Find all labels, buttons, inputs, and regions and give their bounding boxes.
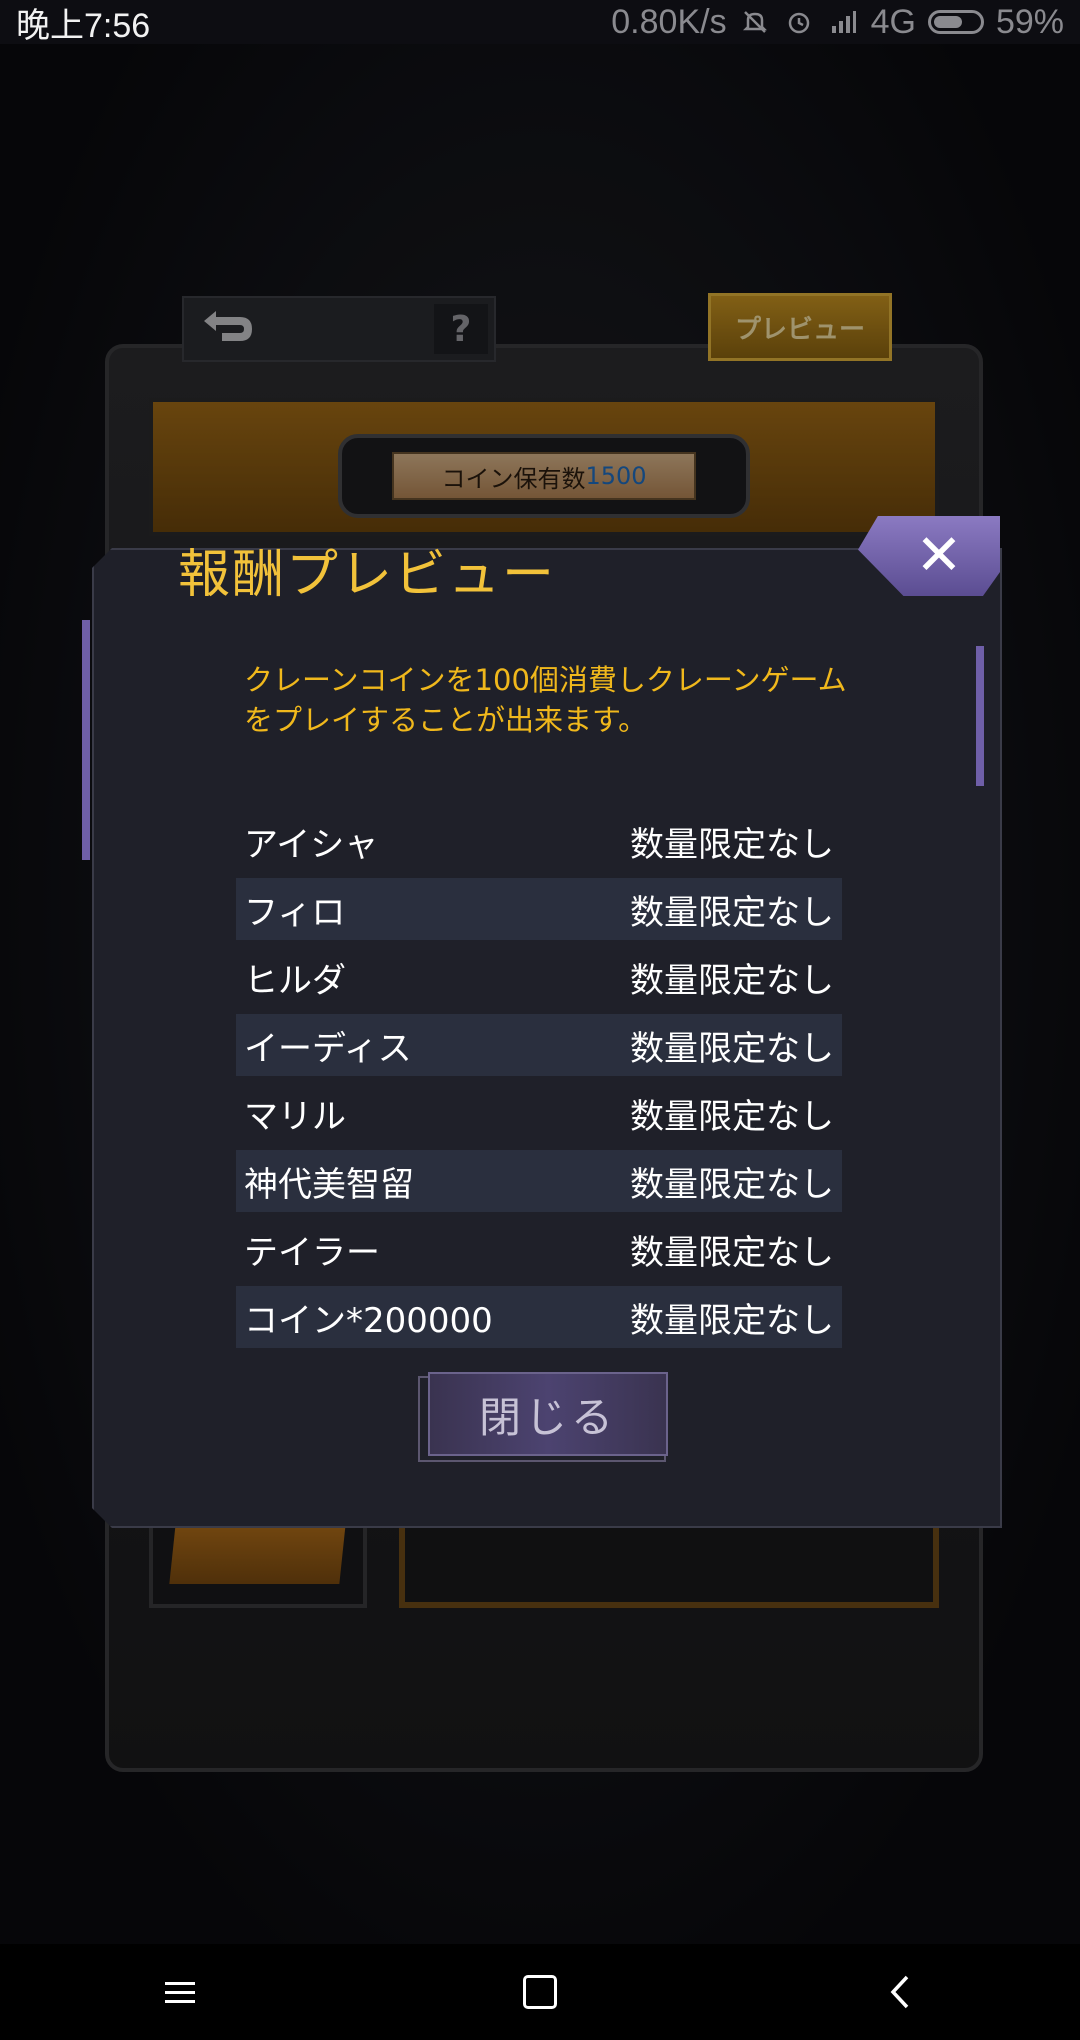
reward-limit: 数量限定なし <box>630 1232 834 1273</box>
reward-limit: 数量限定なし <box>630 1300 834 1341</box>
dialog-title: 報酬プレビュー <box>178 545 557 605</box>
close-button-frame: 閉じる <box>418 1372 668 1462</box>
home-button[interactable] <box>480 1944 600 2040</box>
battery-icon <box>927 10 984 34</box>
back-nav-button[interactable] <box>840 1944 960 2040</box>
reward-name: テイラー <box>244 1232 380 1273</box>
reward-name: 神代美智留 <box>244 1164 414 1205</box>
reward-limit: 数量限定なし <box>630 1096 834 1137</box>
alarm-icon <box>783 6 815 38</box>
reward-limit: 数量限定なし <box>630 1028 834 1069</box>
navigation-bar <box>0 1944 1080 2040</box>
mute-bell-icon <box>739 6 771 38</box>
menu-button[interactable] <box>120 1944 240 2040</box>
reward-row: 神代美智留 数量限定なし <box>236 1150 842 1212</box>
reward-row: マリル 数量限定なし <box>236 1082 842 1144</box>
status-bar: 晚上7:56 0.80K/s 4G 59% <box>0 0 1080 45</box>
dialog-description: クレーンコインを100個消費しクレーンゲームをプレイすることが出来ます。 <box>244 663 847 737</box>
reward-row: ヒルダ 数量限定なし <box>236 946 842 1008</box>
close-icon: ✕ <box>915 523 963 588</box>
dialog-edge-accent-left <box>82 620 90 860</box>
dialog-edge-accent-right <box>976 646 984 786</box>
reward-name: ヒルダ <box>244 960 346 1001</box>
reward-limit: 数量限定なし <box>630 960 834 1001</box>
reward-name: イーディス <box>244 1028 412 1069</box>
net-speed: 0.80K/s <box>611 2 727 41</box>
back-chevron-icon <box>890 1975 909 2009</box>
reward-limit: 数量限定なし <box>630 1164 834 1205</box>
home-icon <box>523 1975 557 2009</box>
battery-percent: 59% <box>995 2 1064 41</box>
reward-limit: 数量限定なし <box>630 824 834 865</box>
signal-icon <box>827 6 859 38</box>
reward-limit: 数量限定なし <box>630 892 834 933</box>
reward-row: コイン*200000 数量限定なし <box>236 1286 842 1348</box>
menu-icon <box>165 1976 195 2009</box>
reward-name: アイシャ <box>244 824 379 865</box>
status-right: 0.80K/s 4G 59% <box>611 3 1064 42</box>
close-button[interactable]: 閉じる <box>428 1372 668 1456</box>
reward-row: テイラー 数量限定なし <box>236 1218 842 1280</box>
reward-name: マリル <box>244 1096 346 1137</box>
reward-row: イーディス 数量限定なし <box>236 1014 842 1076</box>
reward-name: コイン*200000 <box>244 1300 493 1341</box>
reward-name: フィロ <box>244 892 346 933</box>
reward-list: アイシャ 数量限定なし フィロ 数量限定なし ヒルダ 数量限定なし イーディス … <box>236 810 842 1354</box>
network-type: 4G <box>870 2 916 41</box>
reward-row: アイシャ 数量限定なし <box>236 810 842 872</box>
reward-row: フィロ 数量限定なし <box>236 878 842 940</box>
status-time: 晚上7:56 <box>16 6 151 45</box>
